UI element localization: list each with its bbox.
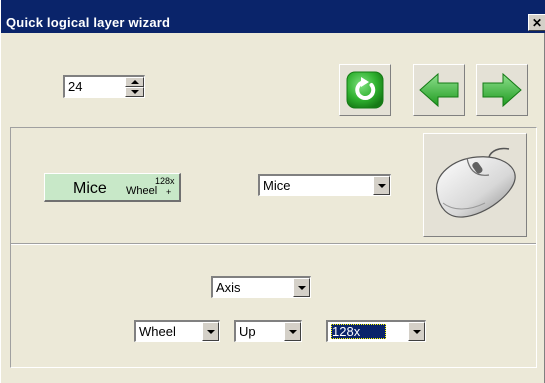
arrow-right-icon: [482, 72, 522, 108]
arrow-up-icon: [130, 80, 139, 84]
mapping-preview-label: Mice 128x Wheel +: [44, 173, 181, 202]
axis-select-value: Wheel: [139, 324, 176, 339]
mouse-icon: [435, 147, 516, 218]
window-title: Quick logical layer wizard: [6, 15, 171, 30]
forward-button[interactable]: [476, 64, 528, 116]
mapping-device-text: Mice: [73, 180, 107, 197]
chevron-down-icon: [412, 329, 421, 334]
device-select[interactable]: Mice: [258, 174, 391, 196]
back-button[interactable]: [413, 64, 465, 116]
title-bar[interactable]: Quick logical layer wizard ✕: [1, 0, 545, 33]
multiplier-dropdown-button[interactable]: [408, 322, 425, 341]
wizard-window: Quick logical layer wizard ✕ 24 Mice 128…: [0, 0, 545, 383]
arrow-left-icon: [419, 72, 459, 108]
direction-dropdown-button[interactable]: [284, 322, 301, 341]
direction-select-value: Up: [239, 324, 256, 339]
panel-divider: [11, 243, 536, 245]
chevron-down-icon: [297, 285, 306, 290]
control-type-dropdown-button[interactable]: [293, 278, 310, 297]
refresh-icon: [346, 71, 384, 109]
spinner-buttons: [125, 77, 144, 97]
device-select-dropdown-button[interactable]: [373, 176, 390, 195]
close-button[interactable]: ✕: [528, 14, 545, 31]
chevron-down-icon: [288, 329, 297, 334]
axis-select[interactable]: Wheel: [134, 320, 220, 342]
control-type-select-value: Axis: [216, 280, 241, 295]
mapping-multiplier-text: 128x: [155, 176, 175, 186]
spinner-down-button[interactable]: [125, 87, 144, 97]
direction-select[interactable]: Up: [234, 320, 302, 342]
close-icon: ✕: [531, 15, 543, 30]
chevron-down-icon: [206, 329, 215, 334]
device-select-value: Mice: [263, 178, 291, 193]
spinner-up-button[interactable]: [125, 77, 144, 87]
axis-dropdown-button[interactable]: [202, 322, 219, 341]
device-icon-button[interactable]: [423, 133, 527, 237]
multiplier-select[interactable]: 128x: [326, 320, 426, 342]
layer-number-spinner[interactable]: 24: [63, 75, 145, 98]
multiplier-select-value: 128x: [331, 324, 387, 339]
control-type-select[interactable]: Axis: [211, 276, 311, 298]
layer-number-value[interactable]: 24: [68, 79, 82, 94]
chevron-down-icon: [377, 183, 386, 188]
refresh-button[interactable]: [339, 64, 391, 116]
mapping-direction-text: +: [166, 187, 172, 197]
arrow-down-icon: [130, 90, 139, 94]
mapping-axis-text: Wheel: [126, 185, 158, 197]
